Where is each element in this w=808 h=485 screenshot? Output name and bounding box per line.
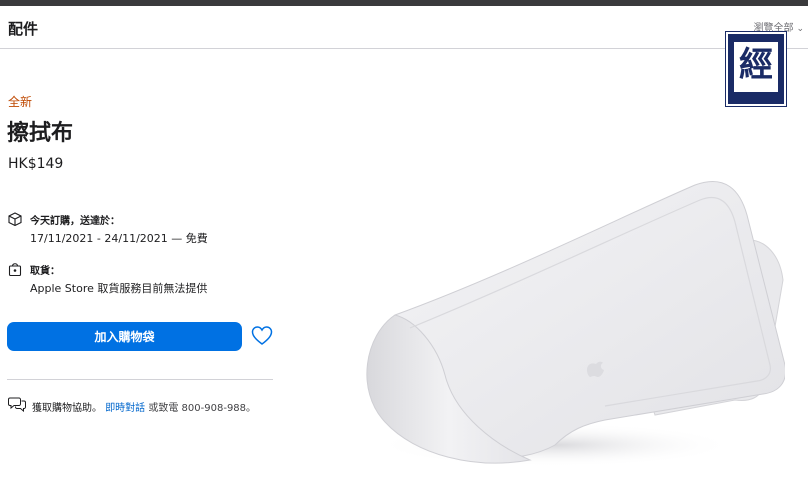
polishing-cloth-image [366,180,785,467]
delivery-dates: 17/11/2021 - 24/11/2021 — 免費 [30,232,208,245]
heart-icon[interactable] [251,325,273,347]
help-phone: 或致電 800-908-988。 [148,403,257,414]
page-header: 配件 瀏覽全部 ⌄ [0,6,808,49]
chevron-down-icon: ⌄ [796,24,804,34]
watermark-logo-char: 經 [739,45,773,85]
help-prefix: 獲取購物協助。 [32,403,102,414]
chat-bubbles-icon [8,397,26,412]
page-title: 配件 [8,20,39,38]
bag-icon [8,263,22,276]
add-to-bag-button[interactable]: 加入購物袋 [7,322,242,351]
product-title: 擦拭布 [7,121,74,146]
product-price: HK$149 [8,156,64,172]
section-divider [7,379,273,380]
live-chat-link[interactable]: 即時對話 [105,403,145,414]
watermark-logo: 經 [726,32,786,106]
pickup-status: Apple Store 取貨服務目前無法提供 [30,282,208,295]
help-text: 獲取購物協助。 即時對話 或致電 800-908-988。 [32,399,256,414]
pickup-title: 取貨： [30,266,60,277]
delivery-title: 今天訂購，送達於： [30,216,120,227]
box-icon [8,212,22,226]
new-badge: 全新 [8,95,33,109]
